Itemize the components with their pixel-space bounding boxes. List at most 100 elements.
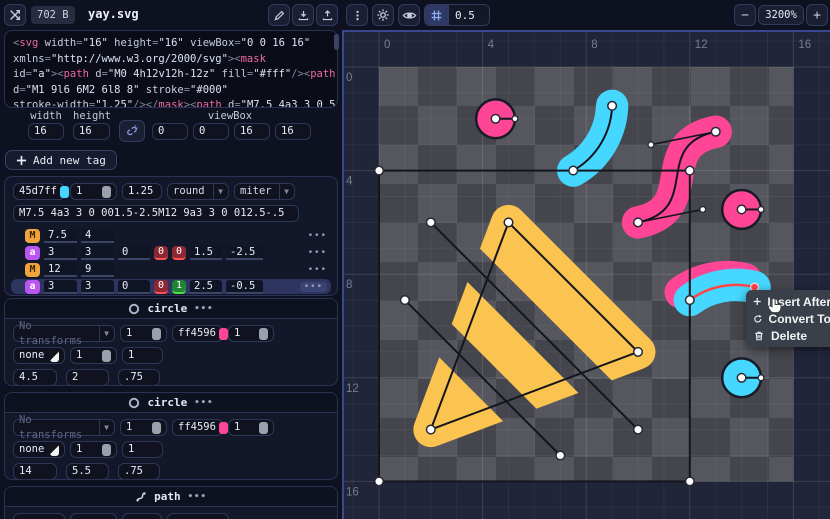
none-swatch[interactable] [50,444,59,456]
stroke-width-input[interactable] [122,513,162,519]
control-point[interactable] [375,166,384,175]
handle-point[interactable] [758,375,764,381]
element-menu-button[interactable]: ••• [188,492,207,502]
opacity-swatch[interactable] [259,422,268,434]
command-badge[interactable]: a [25,280,40,294]
r-input[interactable]: .75 [118,369,160,386]
cy-input[interactable]: 2 [66,369,109,386]
row-menu-button[interactable]: ••• [300,282,327,292]
stroke-input[interactable]: none [13,347,65,364]
cx-input[interactable]: 14 [13,463,57,480]
viewbox-h-input[interactable]: 16 [275,123,311,140]
command-arg[interactable]: 1.5 [190,246,222,260]
control-point[interactable] [686,296,695,305]
circle-panel-header[interactable]: circle ••• [5,393,337,413]
stroke-width-input[interactable]: 1 [70,347,117,364]
opacity-swatch[interactable] [259,328,268,340]
handle-point[interactable] [700,207,706,213]
none-swatch[interactable] [50,350,59,362]
viewbox-y-input[interactable]: 0 [193,123,229,140]
stroke-input[interactable]: none [13,441,65,458]
r-input[interactable]: .75 [118,463,160,480]
handle-point[interactable] [512,116,518,122]
command-arg[interactable]: 0 [118,280,150,294]
code-scrollbar[interactable] [334,34,339,104]
opacity-input[interactable]: 1 [120,325,167,342]
command-arg[interactable]: 9 [81,263,114,277]
linecap-select[interactable] [167,513,229,519]
download-button[interactable] [292,4,314,26]
stroke-color-swatch[interactable] [60,186,69,198]
code-editor[interactable]: <svg width="16" height="16" viewBox="0 0… [4,30,338,108]
viewbox-x-input[interactable]: 0 [152,123,188,140]
stroke-color-input[interactable]: 45d7ff [13,183,65,200]
handle-point[interactable] [758,207,764,213]
control-point[interactable] [427,218,436,227]
stroke-width-input[interactable]: 1 [70,441,117,458]
control-point[interactable] [401,296,410,305]
handle-point[interactable] [648,142,654,148]
command-badge[interactable]: M [25,263,40,277]
linecap-select[interactable]: round▼ [167,183,229,200]
stroke-color-input[interactable] [13,513,65,519]
preview-button[interactable] [398,4,420,26]
row-menu-button[interactable]: ••• [308,265,327,275]
control-point[interactable] [491,115,500,124]
stroke-width-input[interactable]: 1.25 [122,183,162,200]
command-arg[interactable]: 3 [81,280,114,294]
upload-button[interactable] [316,4,338,26]
sweep-flag[interactable]: 0 [172,246,186,260]
add-new-tag-button[interactable]: Add new tag [5,150,117,170]
zoom-out-button[interactable]: − [734,4,756,26]
path-panel-header[interactable]: path ••• [5,487,337,507]
row-menu-button[interactable]: ••• [308,248,327,258]
width-input[interactable]: 16 [28,123,64,140]
opacity-input[interactable] [70,513,117,519]
command-arg[interactable]: 3 [44,246,77,260]
opacity-input[interactable]: 1 [120,419,167,436]
opacity-swatch[interactable] [152,422,161,434]
path-command-row[interactable]: a 3 3 0 0 0 1.5 -2.5 ••• [11,245,331,260]
control-point[interactable] [634,348,643,357]
fill-opacity-input[interactable]: 1 [228,325,274,342]
settings-button[interactable] [372,4,394,26]
sweep-flag[interactable]: 1 [172,280,186,294]
stroke-opacity-input[interactable]: 1 [70,183,117,200]
command-arg[interactable]: -2.5 [226,246,263,260]
canvas-menu-button[interactable] [346,4,368,26]
height-input[interactable]: 16 [73,123,110,140]
element-menu-button[interactable]: ••• [194,304,213,314]
edit-filename-button[interactable] [268,4,290,26]
transforms-select[interactable]: No transforms▼ [13,419,115,436]
control-point[interactable] [737,374,746,383]
filename[interactable]: yay.svg [88,7,139,21]
opacity-swatch[interactable] [102,350,111,362]
command-arg[interactable]: 3 [81,246,114,260]
stroke-opacity-input[interactable]: 1 [122,347,163,364]
command-arg[interactable]: -0.5 [226,280,263,294]
opacity-swatch[interactable] [102,444,111,456]
path-data-input[interactable]: M7.5 4a3 3 0 001.5-2.5M12 9a3 3 0 012.5-… [13,205,299,222]
control-point[interactable] [375,477,384,486]
app-logo-icon[interactable] [4,4,26,26]
control-point[interactable] [608,102,617,111]
opacity-swatch[interactable] [102,186,111,198]
command-arg[interactable]: 3 [44,280,77,294]
row-menu-button[interactable]: ••• [308,231,327,241]
cx-input[interactable]: 4.5 [13,369,57,386]
control-point[interactable] [504,218,513,227]
opacity-swatch[interactable] [152,328,161,340]
control-point[interactable] [686,166,695,175]
canvas-viewport[interactable]: 00448812121616 [342,30,830,519]
stroke-opacity-input[interactable]: 1 [122,441,163,458]
circle-panel-header[interactable]: circle ••• [5,299,337,319]
command-arg[interactable]: 12 [44,263,77,277]
control-point[interactable] [711,127,720,136]
path-command-row[interactable]: M 7.5 4 ••• [11,228,331,243]
linejoin-select[interactable]: miter▼ [234,183,295,200]
snap-value-input[interactable]: 0.5 [449,9,489,22]
fill-color-input[interactable]: ff4596 [172,419,223,436]
viewbox-w-input[interactable]: 16 [234,123,270,140]
control-point[interactable] [556,451,565,460]
path-command-row[interactable]: M 12 9 ••• [11,262,331,277]
